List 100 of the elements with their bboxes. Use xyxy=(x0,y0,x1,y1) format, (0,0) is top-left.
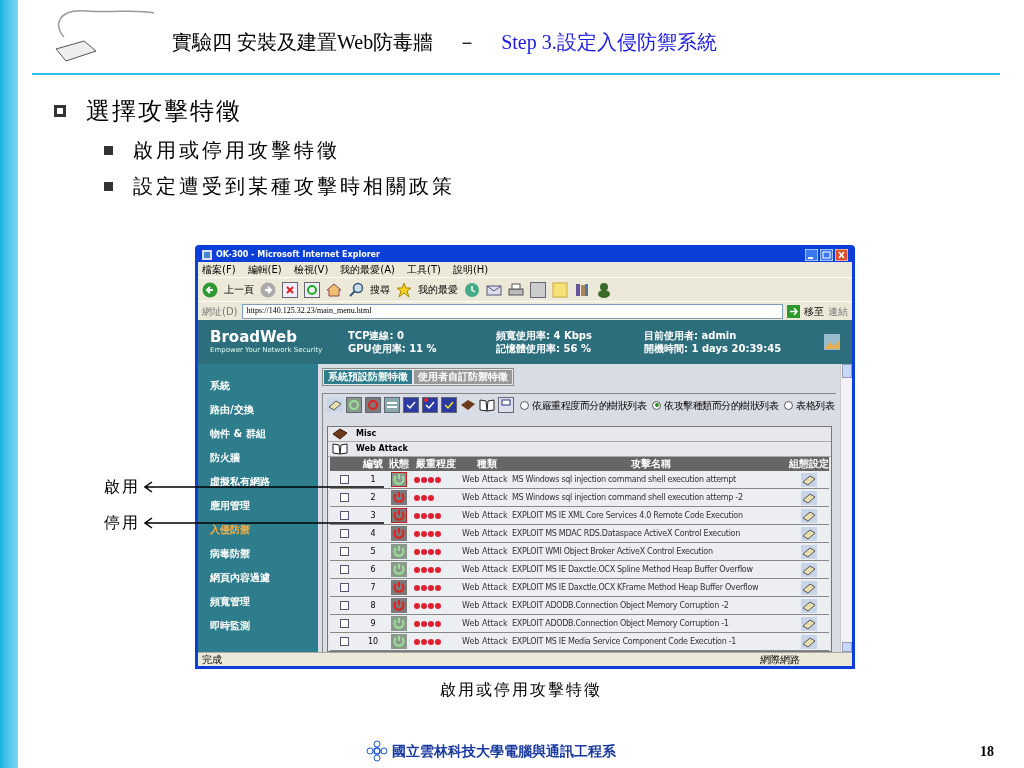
home-icon[interactable] xyxy=(326,281,342,298)
view-radio[interactable]: 依嚴重程度而分的樹狀列表 xyxy=(520,397,646,413)
checkbox[interactable] xyxy=(339,547,349,556)
close-button[interactable] xyxy=(835,249,848,261)
view-radio[interactable]: 依攻擊種類而分的樹狀列表 xyxy=(652,397,778,413)
config-button[interactable] xyxy=(801,544,817,559)
checkbox[interactable] xyxy=(339,475,349,484)
checkbox-icon[interactable] xyxy=(441,397,457,413)
config-button[interactable] xyxy=(801,598,817,613)
figure-caption: 啟用或停用攻擊特徵 xyxy=(440,680,602,700)
back-button[interactable]: 上一頁 xyxy=(224,282,254,297)
menu-item[interactable]: 檢視(V) xyxy=(293,264,329,275)
minimize-button[interactable] xyxy=(805,249,818,261)
search-icon[interactable] xyxy=(348,281,364,298)
table-cell-text: EXPLOIT WMI Object Broker ActiveX Control Execution xyxy=(512,545,714,558)
group-label[interactable]: Web Attack xyxy=(352,443,408,455)
school-name: 國立雲林科技大學電腦與通訊工程系 xyxy=(392,742,616,761)
table-cell-text: 3 xyxy=(369,509,377,522)
bullet-text: 設定遭受到某種攻擊時相關政策 xyxy=(133,174,455,199)
checkbox[interactable] xyxy=(339,619,349,628)
table-cell-text: EXPLOIT MS IE Daxctle.OCX Spline Method Heap Buffer Overflow xyxy=(512,563,754,576)
config-button[interactable] xyxy=(801,472,817,487)
config-button[interactable] xyxy=(801,580,817,595)
address-field[interactable]: https://140.125.32.23/main_menu.html xyxy=(241,303,783,319)
checkbox[interactable] xyxy=(339,529,349,538)
config-button[interactable] xyxy=(801,634,817,649)
table-cell-text: 6 xyxy=(369,563,377,576)
scrollbar[interactable] xyxy=(840,364,852,652)
checkbox-icon[interactable] xyxy=(403,397,419,413)
sidebar-item[interactable]: 病毒防禦 xyxy=(210,546,318,562)
group-label[interactable]: Misc xyxy=(352,428,377,440)
radio-button[interactable] xyxy=(784,400,793,410)
table-cell-text: EXPLOIT MS IE Daxctle.OCX KFrame Method Heap Buffer Overflow xyxy=(512,581,760,594)
printer-icon[interactable] xyxy=(508,281,524,298)
menu-item[interactable]: 我的最愛(A) xyxy=(340,264,395,275)
table-cell-text: Web Attack xyxy=(462,617,509,630)
radio-button[interactable] xyxy=(652,400,661,410)
book-icon[interactable] xyxy=(460,397,476,413)
menu-item[interactable]: 編輯(E) xyxy=(247,264,282,275)
checkbox[interactable] xyxy=(339,583,349,592)
sidebar-item[interactable]: 虛擬私有網路 xyxy=(210,474,318,490)
checkbox[interactable] xyxy=(339,493,349,502)
tab[interactable]: 系統預設防禦特徵 xyxy=(324,370,412,384)
menu-item[interactable]: 工具(T) xyxy=(407,264,441,275)
sidebar-item[interactable]: 防火牆 xyxy=(210,450,318,466)
view-radio[interactable]: 表格列表 xyxy=(784,397,834,413)
links-button[interactable]: 連結 xyxy=(828,303,848,319)
config-button[interactable] xyxy=(801,490,817,505)
table-cell-text: EXPLOIT MS IE Media Service Component Code Execution -1 xyxy=(512,635,738,648)
config-button[interactable] xyxy=(801,508,817,523)
table-cell-text: Web Attack xyxy=(462,599,509,612)
config-button[interactable] xyxy=(801,616,817,631)
flower-logo xyxy=(366,740,388,762)
radio-button[interactable] xyxy=(520,400,529,410)
go-icon[interactable] xyxy=(787,304,800,318)
column-header: 組態設定 xyxy=(789,459,829,469)
maximize-button[interactable] xyxy=(820,249,833,261)
column-header: 嚴重程度 xyxy=(415,459,457,469)
config-button[interactable] xyxy=(801,562,817,577)
menu-item[interactable]: 檔案(F) xyxy=(202,264,236,275)
status-stat: 記憶體使用率: 56 % xyxy=(496,342,592,355)
table-cell-text: Web Attack xyxy=(462,473,509,486)
column-header: 狀態 xyxy=(388,459,410,469)
edit-icon[interactable] xyxy=(327,398,343,412)
stop-icon[interactable] xyxy=(282,281,298,298)
books-icon[interactable] xyxy=(574,281,590,298)
bullet-icon xyxy=(54,105,66,117)
table-cell-text: 4 xyxy=(369,527,377,540)
menu-item[interactable]: 說明(H) xyxy=(452,264,489,275)
favorites-button[interactable]: 我的最愛 xyxy=(418,282,458,297)
open-book-icon[interactable] xyxy=(479,397,495,413)
document-icon[interactable] xyxy=(530,281,546,298)
checkbox[interactable] xyxy=(339,511,349,520)
sidebar-item[interactable]: 頻寬管理 xyxy=(210,594,318,610)
checkbox[interactable] xyxy=(339,637,349,646)
sidebar-item[interactable]: 路由/交換 xyxy=(210,402,318,418)
sidebar-item[interactable]: 應用管理 xyxy=(210,498,318,514)
table-cell-text: 5 xyxy=(369,545,377,558)
search-button[interactable]: 搜尋 xyxy=(370,282,390,297)
checkbox-icon[interactable] xyxy=(422,397,438,413)
checkbox[interactable] xyxy=(339,601,349,610)
sidebar-item[interactable]: 系統 xyxy=(210,378,318,394)
star-icon[interactable] xyxy=(396,281,412,298)
status-stat: GPU使用率: 11 % xyxy=(348,342,438,355)
sidebar-item[interactable]: 網頁內容過濾 xyxy=(210,570,318,586)
checkbox[interactable] xyxy=(339,565,349,574)
bullet-icon xyxy=(104,181,113,191)
table-cell-text: Web Attack xyxy=(462,509,509,522)
refresh-icon[interactable] xyxy=(304,281,320,298)
figure-icon[interactable] xyxy=(596,281,612,298)
slide-title: 實驗四 安裝及建置Web防毒牆 xyxy=(172,30,434,55)
sidebar-item[interactable]: 物件 & 群組 xyxy=(210,426,318,442)
page-icon xyxy=(202,250,212,260)
config-button[interactable] xyxy=(801,526,817,541)
table-cell-text: 2 xyxy=(369,491,377,504)
back-icon[interactable] xyxy=(202,281,218,298)
sidebar-item[interactable]: 即時監測 xyxy=(210,618,318,634)
save-icon[interactable] xyxy=(498,397,514,413)
table-cell-text: Web Attack xyxy=(462,545,509,558)
go-button[interactable]: 移至 xyxy=(804,303,824,319)
